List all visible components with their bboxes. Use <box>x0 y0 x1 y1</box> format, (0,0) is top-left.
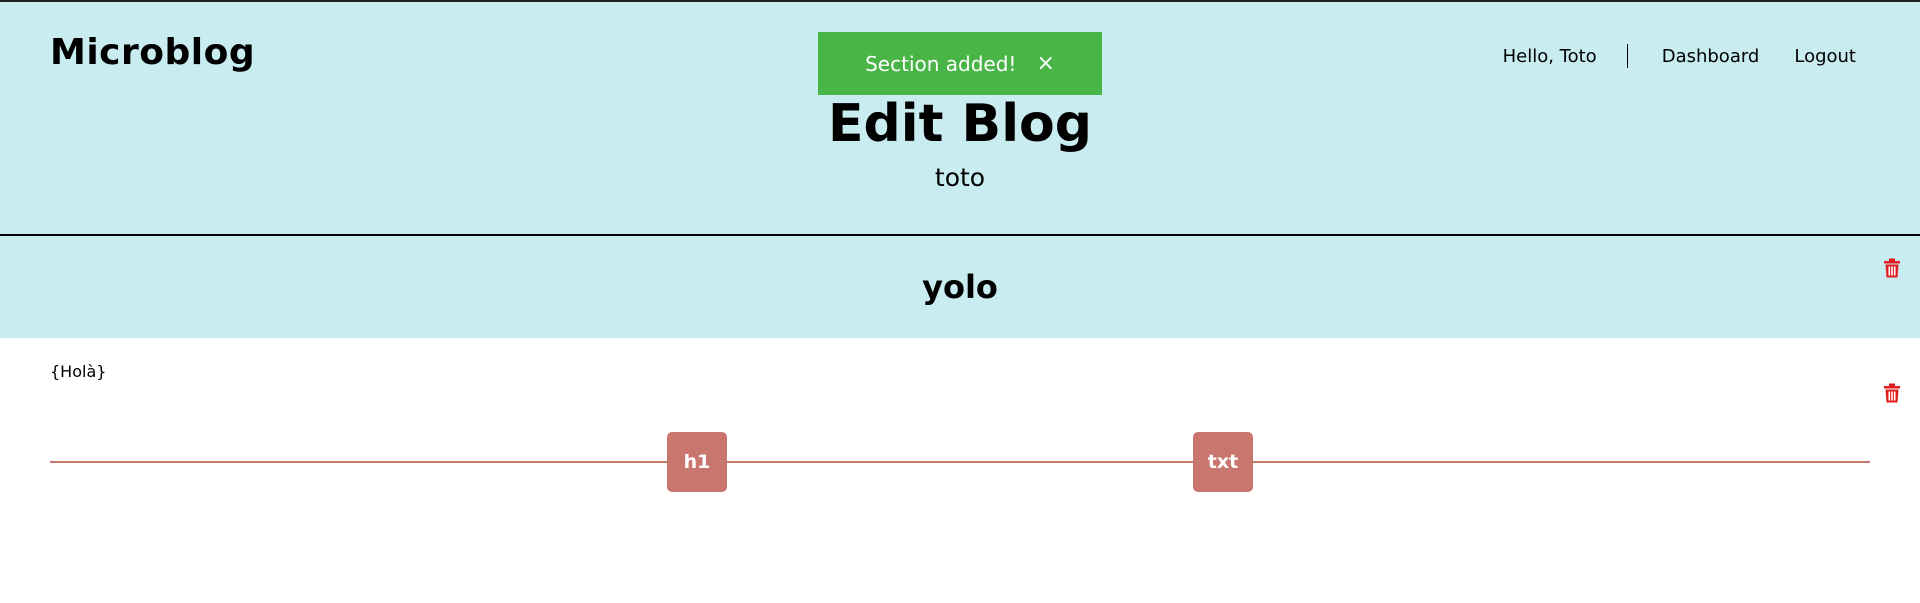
logout-link[interactable]: Logout <box>1794 46 1856 67</box>
section-text: {Holà} <box>50 362 107 381</box>
page-subtitle: toto <box>934 163 986 192</box>
toast-message: Section added! <box>865 51 1017 76</box>
close-icon[interactable]: × <box>1036 51 1054 76</box>
success-toast: Section added! × <box>818 32 1102 95</box>
nav-divider <box>1626 44 1628 68</box>
user-greeting: Hello, Toto <box>1502 45 1597 67</box>
add-txt-button[interactable]: txt <box>1193 432 1253 492</box>
top-nav: Hello, Toto Dashboard Logout <box>1503 44 1856 68</box>
add-h1-button[interactable]: h1 <box>667 432 727 492</box>
add-section-divider <box>50 461 1870 463</box>
brand-logo[interactable]: Microblog <box>50 32 255 73</box>
dashboard-link[interactable]: Dashboard <box>1662 46 1760 67</box>
section-h1: yolo <box>0 236 1920 338</box>
trash-icon[interactable] <box>1883 383 1901 403</box>
section-heading: yolo <box>922 268 998 306</box>
trash-icon[interactable] <box>1883 258 1901 278</box>
page-title: Edit Blog <box>828 94 1092 154</box>
